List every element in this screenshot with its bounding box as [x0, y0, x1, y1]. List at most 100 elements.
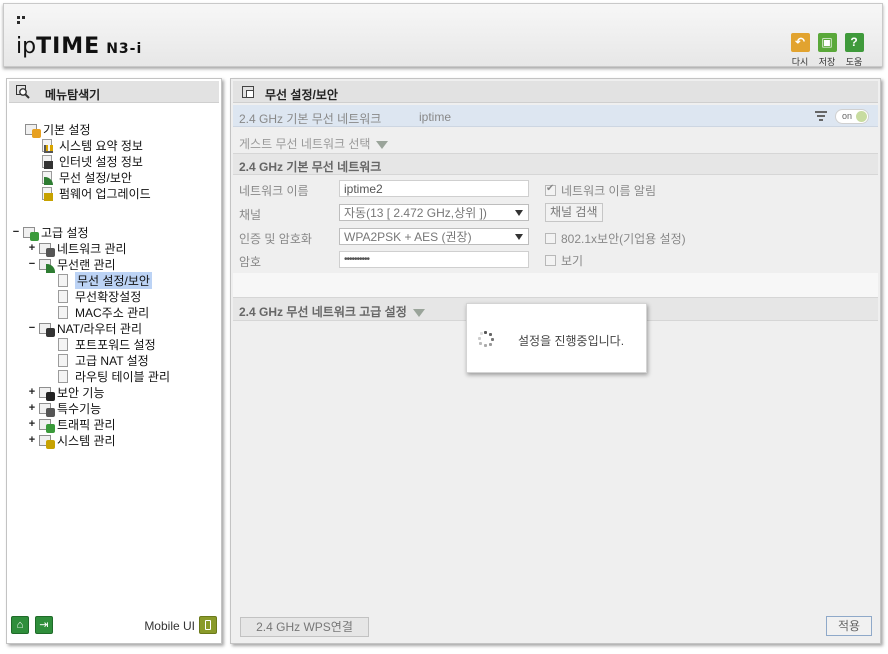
- expand-icon[interactable]: +: [27, 242, 37, 254]
- tree-item-wireless-security[interactable]: 무선 설정/보안: [41, 169, 132, 185]
- network-name-label: 네트워크 이름: [239, 184, 309, 198]
- wps-connect-button[interactable]: 2.4 GHz WPS연결: [240, 617, 369, 637]
- tree-item-mac-management[interactable]: MAC주소 관리: [57, 304, 149, 320]
- progress-message: 설정을 진행중입니다.: [518, 334, 625, 348]
- menu-explorer-title: 메뉴탐색기: [45, 88, 101, 102]
- tree-item-advanced-nat[interactable]: 고급 NAT 설정: [57, 352, 149, 368]
- apply-button[interactable]: 적용: [826, 616, 872, 636]
- filter-icon[interactable]: [815, 111, 827, 121]
- page-icon: [57, 337, 71, 351]
- save-icon: ▣: [817, 33, 837, 52]
- tree-special-functions[interactable]: + 특수기능: [27, 400, 101, 417]
- tree-item-wireless-security-active[interactable]: 무선 설정/보안: [57, 271, 152, 289]
- channel-search-button[interactable]: 채널 검색: [545, 203, 603, 222]
- guest-network-select[interactable]: 게스트 무선 네트워크 선택: [239, 135, 389, 152]
- progress-dialog: 설정을 진행중입니다.: [466, 303, 647, 373]
- help-icon: ?: [844, 33, 864, 52]
- tree-item-system-summary[interactable]: 시스템 요약 정보: [41, 137, 143, 153]
- expand-icon[interactable]: +: [27, 418, 37, 430]
- network-name-input[interactable]: iptime2: [339, 180, 529, 197]
- brand-logo: ipTIME N3-i: [16, 34, 143, 59]
- tree-advanced-settings[interactable]: − 고급 설정: [11, 224, 89, 241]
- collapse-icon[interactable]: −: [27, 258, 37, 270]
- network-on-toggle[interactable]: on: [835, 109, 869, 124]
- system-folder-icon: [39, 434, 55, 449]
- menu-explorer-panel: 메뉴탐색기 기본 설정 시스템 요약 정보 인터넷 설정 정보 무선 설정/보안…: [6, 78, 222, 644]
- model-name: N3-i: [106, 41, 143, 57]
- undo-button[interactable]: ↶ 다시: [789, 33, 811, 68]
- collapse-icon[interactable]: −: [11, 226, 21, 238]
- tree-system-management[interactable]: + 시스템 관리: [27, 432, 116, 449]
- advanced-section-title: 2.4 GHz 무선 네트워크 고급 설정: [239, 303, 425, 320]
- folder-icon: [23, 226, 39, 241]
- page-icon: [57, 289, 71, 303]
- save-button[interactable]: ▣ 저장: [816, 33, 838, 68]
- sidebar-footer: ⌂ ⇥ Mobile UI: [11, 616, 217, 638]
- help-label: 도움: [845, 57, 863, 67]
- phone-icon: [205, 620, 211, 630]
- logout-button[interactable]: ⇥: [35, 616, 53, 634]
- basic-section-title: 2.4 GHz 기본 무선 네트워크: [239, 160, 382, 174]
- enterprise-8021x-checkbox[interactable]: 802.1x보안(기업용 설정): [545, 230, 686, 247]
- spacer-row: [233, 273, 878, 297]
- home-icon: ⌂: [16, 619, 24, 631]
- page-icon: [57, 273, 71, 287]
- checkbox-icon: [545, 255, 556, 266]
- auth-encryption-label: 인증 및 암호화: [239, 232, 312, 246]
- tree-item-port-forward[interactable]: 포트포워드 설정: [57, 336, 156, 352]
- dropdown-arrow-icon: [515, 234, 523, 240]
- tree-network-management[interactable]: + 네트워크 관리: [27, 240, 127, 257]
- checkbox-checked-icon: [545, 183, 556, 196]
- main-panel-header: 무선 설정/보안: [233, 81, 878, 103]
- top-header: ipTIME N3-i ↶ 다시 ▣ 저장 ? 도움: [3, 3, 883, 67]
- router-folder-icon: [39, 322, 55, 337]
- page-icon: [57, 305, 71, 319]
- dropdown-arrow-icon: [515, 210, 523, 216]
- mobile-ui-button[interactable]: [199, 616, 217, 634]
- chevron-down-icon: [376, 140, 389, 149]
- special-folder-icon: [39, 402, 55, 417]
- search-icon: [16, 85, 30, 99]
- logout-icon: ⇥: [39, 619, 49, 631]
- tree-item-internet-info[interactable]: 인터넷 설정 정보: [41, 153, 143, 169]
- expand-icon[interactable]: +: [27, 434, 37, 446]
- mobile-ui-link[interactable]: Mobile UI: [144, 619, 195, 633]
- logo-dots-icon: [17, 16, 27, 26]
- channel-select[interactable]: 자동(13 [ 2.472 GHz,상위 ]): [339, 204, 529, 221]
- expand-icon[interactable]: +: [27, 386, 37, 398]
- wireless-doc-icon: [41, 170, 55, 185]
- tree-security-functions[interactable]: + 보안 기능: [27, 384, 105, 401]
- traffic-folder-icon: [39, 418, 55, 433]
- expand-icon[interactable]: +: [27, 402, 37, 414]
- network-selector-bar[interactable]: 2.4 GHz 기본 무선 네트워크 iptime on: [233, 105, 878, 127]
- page-icon: [57, 369, 71, 383]
- undo-icon: ↶: [790, 33, 810, 52]
- chevron-down-icon: [412, 308, 425, 317]
- window-icon: [242, 86, 254, 98]
- help-button[interactable]: ? 도움: [843, 33, 865, 68]
- tree-basic-settings[interactable]: 기본 설정: [25, 121, 91, 138]
- page-icon: [57, 353, 71, 367]
- auth-encryption-select[interactable]: WPA2PSK + AES (권장): [339, 228, 529, 245]
- undo-label: 다시: [791, 57, 809, 67]
- lock-folder-icon: [39, 386, 55, 401]
- chart-doc-icon: [41, 138, 55, 153]
- tree-nat-router-management[interactable]: − NAT/라우터 관리: [27, 320, 142, 337]
- tree-item-routing-table[interactable]: 라우팅 테이블 관리: [57, 368, 170, 384]
- upgrade-doc-icon: [41, 186, 55, 201]
- home-button[interactable]: ⌂: [11, 616, 29, 634]
- folder-icon: [25, 123, 41, 138]
- basic-section-header: 2.4 GHz 기본 무선 네트워크: [233, 153, 878, 175]
- tree-item-firmware-upgrade[interactable]: 펌웨어 업그레이드: [41, 185, 151, 201]
- checkbox-icon: [545, 233, 556, 244]
- tree-item-wireless-extension[interactable]: 무선확장설정: [57, 288, 141, 304]
- tree-traffic-management[interactable]: + 트래픽 관리: [27, 416, 116, 433]
- network-bar-label: 2.4 GHz 기본 무선 네트워크: [239, 112, 382, 126]
- tree-wlan-management[interactable]: − 무선랜 관리: [27, 256, 116, 273]
- collapse-icon[interactable]: −: [27, 322, 37, 334]
- show-password-checkbox[interactable]: 보기: [545, 252, 583, 269]
- loading-spinner-icon: [478, 331, 494, 347]
- broadcast-ssid-checkbox[interactable]: 네트워크 이름 알림: [545, 182, 656, 199]
- password-input[interactable]: ••••••••••: [339, 251, 529, 268]
- monitor-doc-icon: [41, 154, 55, 169]
